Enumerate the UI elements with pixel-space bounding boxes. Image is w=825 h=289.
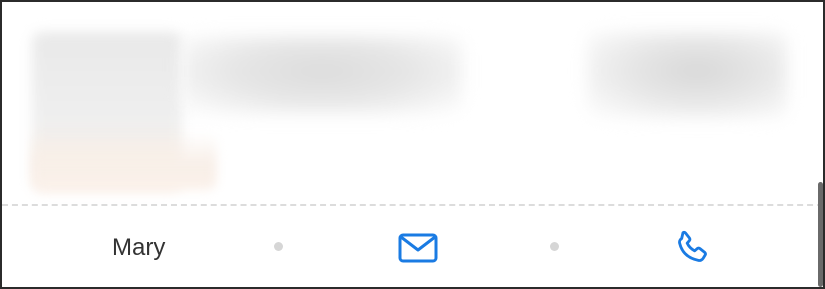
phone-icon [678,230,707,262]
blurred-text-right [587,32,787,118]
separator-dot [550,242,559,251]
email-button[interactable] [396,226,440,270]
scrollbar[interactable] [818,182,823,287]
mail-icon [398,233,438,263]
contact-card: Mary [0,0,825,289]
contact-actions-bar: Mary [2,212,823,282]
dashed-divider [2,204,823,206]
contact-name: Mary [112,234,166,261]
blurred-text-center [182,36,462,114]
call-button[interactable] [670,226,714,270]
blurred-content [32,32,792,192]
separator-dot [274,242,283,251]
blurred-image-bottom [32,132,217,190]
